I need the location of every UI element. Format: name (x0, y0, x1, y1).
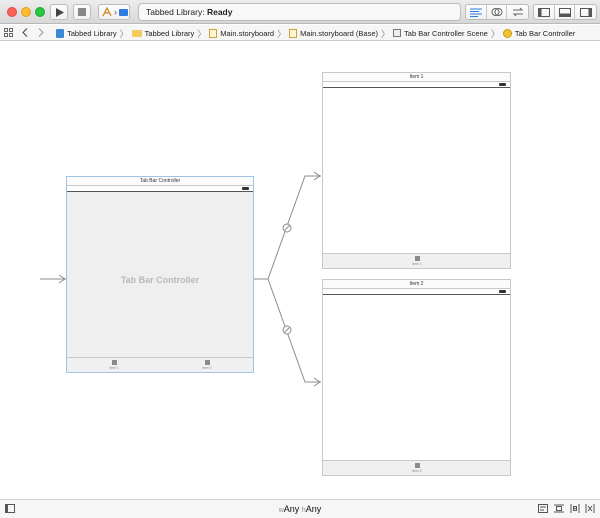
height-size-class: Any (305, 504, 322, 514)
assistant-editor-button[interactable] (487, 5, 508, 19)
item1-scene[interactable]: Item 1 Item 1 (322, 72, 511, 269)
resizing-behavior-icon[interactable] (585, 504, 595, 513)
scene-title[interactable]: Item 1 (323, 73, 510, 82)
standard-editor-button[interactable] (466, 5, 487, 19)
relationship-segue-item2[interactable] (267, 278, 321, 383)
status-bar (323, 289, 510, 295)
relationship-segue-icon[interactable] (282, 223, 292, 233)
bottom-panel-icon (558, 7, 571, 17)
close-window-button[interactable] (7, 7, 17, 17)
breadcrumb-label: Tab Bar Controller (514, 28, 576, 38)
back-arrow-icon[interactable] (22, 28, 28, 37)
size-class-control[interactable]: wAny hAny (0, 504, 600, 514)
stop-button[interactable] (73, 4, 91, 20)
tab-bar-controller-icon (502, 28, 512, 38)
chevron-right-icon: 〉 (197, 28, 207, 39)
placeholder-label: Tab Bar Controller (120, 275, 200, 285)
status-app-name: Tabbed Library: (146, 7, 207, 17)
tab-item-icon (111, 360, 117, 365)
tab-item-label: Item 2 (412, 469, 422, 473)
breadcrumb-label: Tabbed Library (67, 28, 117, 38)
navigator-toggle-button[interactable] (534, 5, 555, 19)
standard-editor-icon (469, 8, 482, 17)
tab-bar-item[interactable]: Item 2 (192, 360, 222, 370)
app-scheme-icon (102, 7, 112, 17)
scene-title[interactable]: Tab Bar Controller (67, 177, 253, 186)
breadcrumb-storyboard[interactable]: Main.storyboard (209, 28, 275, 38)
storyboard-icon (289, 28, 298, 38)
tab-item-icon (414, 256, 420, 261)
tab-bar: Item 2 (323, 460, 510, 475)
chevron-right-icon: 〉 (277, 28, 287, 39)
activity-status: Tabbed Library: Ready (138, 3, 461, 21)
editor-mode-control (465, 4, 529, 20)
tab-item-icon (414, 463, 420, 468)
chevron-right-icon: › (114, 7, 117, 17)
tab-bar: Item 1 Item 2 (67, 357, 253, 372)
related-items-icon[interactable] (4, 28, 13, 37)
zoom-window-button[interactable] (35, 7, 45, 17)
tab-bar-item[interactable]: Item 1 (402, 256, 432, 266)
debug-area-toggle-button[interactable] (555, 5, 576, 19)
breadcrumb-storyboard-base[interactable]: Main.storyboard (Base) (289, 28, 379, 38)
scene-icon (393, 29, 402, 37)
breadcrumb-group[interactable]: Tabbed Library (131, 28, 195, 38)
play-icon (55, 7, 64, 17)
resolve-auto-layout-icon[interactable] (570, 504, 580, 513)
panel-toggle-control (533, 4, 597, 20)
scene-title[interactable]: Item 2 (323, 280, 510, 289)
project-icon (56, 28, 64, 38)
breadcrumb-label: Tab Bar Controller Scene (404, 28, 488, 38)
bottom-bar: wAny hAny (0, 499, 600, 518)
width-size-class: Any (283, 504, 300, 514)
storyboard-icon (209, 28, 218, 38)
chevron-right-icon: 〉 (381, 28, 391, 39)
breadcrumb-project[interactable]: Tabbed Library (56, 28, 117, 38)
left-panel-icon (537, 7, 550, 17)
status-bar (323, 82, 510, 88)
align-icon[interactable] (538, 504, 548, 513)
tab-bar-item[interactable]: Item 1 (99, 360, 129, 370)
storyboard-canvas[interactable]: Tab Bar Controller Tab Bar Controller It… (0, 42, 600, 498)
right-panel-icon (579, 7, 592, 17)
minimize-window-button[interactable] (21, 7, 31, 17)
window-toolbar: › Tabbed Library: Ready (0, 0, 600, 24)
breadcrumb-label: Tabbed Library (144, 28, 195, 38)
utilities-toggle-button[interactable] (575, 5, 596, 19)
breadcrumb-label: Main.storyboard (Base) (300, 28, 379, 38)
pin-icon[interactable] (554, 504, 564, 513)
breadcrumb-label: Main.storyboard (220, 28, 275, 38)
breadcrumb-controller[interactable]: Tab Bar Controller (502, 28, 576, 38)
battery-icon (499, 83, 506, 86)
version-editor-button[interactable] (507, 5, 528, 19)
jump-bar: Tabbed Library 〉 Tabbed Library 〉 Main.s… (0, 25, 600, 41)
stop-icon (78, 8, 86, 16)
tab-item-label: Item 1 (109, 366, 119, 370)
chevron-right-icon: 〉 (490, 28, 500, 39)
tab-item-label: Item 1 (412, 262, 422, 266)
version-editor-icon (512, 7, 523, 17)
forward-arrow-icon[interactable] (38, 28, 44, 37)
relationship-segue-icon[interactable] (282, 325, 292, 335)
breadcrumb: Tabbed Library 〉 Tabbed Library 〉 Main.s… (56, 25, 575, 41)
scheme-selector[interactable]: › (98, 4, 130, 20)
tab-bar: Item 1 (323, 253, 510, 268)
battery-icon (499, 290, 506, 293)
run-button[interactable] (50, 4, 68, 20)
tab-item-label: Item 2 (202, 366, 212, 370)
status-state: Ready (206, 7, 233, 17)
tab-bar-controller-scene[interactable]: Tab Bar Controller Tab Bar Controller It… (66, 176, 254, 373)
chevron-right-icon: 〉 (119, 28, 129, 39)
folder-icon (131, 29, 142, 37)
assistant-editor-icon (491, 8, 502, 16)
item2-scene[interactable]: Item 2 Item 2 (322, 279, 511, 476)
device-icon (119, 8, 128, 16)
battery-icon (242, 187, 249, 190)
breadcrumb-scene[interactable]: Tab Bar Controller Scene (393, 29, 488, 38)
tab-bar-item[interactable]: Item 2 (402, 463, 432, 473)
tab-item-icon (204, 360, 210, 365)
